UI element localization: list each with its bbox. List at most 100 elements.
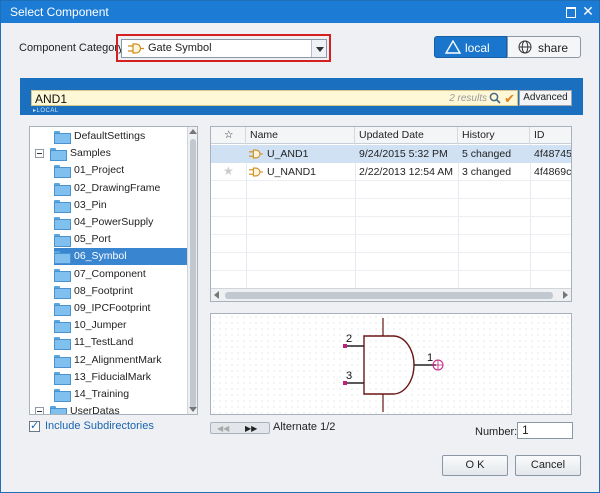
confirm-check-icon[interactable]: ✔ — [504, 91, 515, 107]
search-icon[interactable] — [489, 92, 501, 104]
number-input[interactable]: 1 — [517, 422, 573, 439]
table-row[interactable]: U_AND1 9/24/2015 5:32 PM 5 changed 4f487… — [211, 145, 572, 163]
window-title: Select Component — [10, 5, 109, 19]
tree-item-label: 02_DrawingFrame — [74, 181, 161, 194]
close-icon[interactable]: ✕ — [581, 4, 595, 18]
tree-item[interactable]: 10_Jumper — [54, 317, 180, 334]
tree-item-label: Samples — [70, 147, 111, 160]
column-header-name[interactable]: Name — [246, 127, 355, 144]
column-header-updated-date[interactable]: Updated Date — [355, 127, 458, 144]
collapse-toggle-icon[interactable] — [35, 407, 44, 414]
tree-item-label: 14_Training — [74, 388, 130, 400]
folder-icon — [54, 182, 71, 196]
tree-item[interactable]: 01_Project — [54, 162, 180, 179]
cancel-button[interactable]: Cancel — [515, 455, 581, 476]
category-value: Gate Symbol — [148, 42, 212, 54]
share-label: share — [538, 41, 569, 55]
folder-icon — [54, 217, 71, 230]
folder-icon — [54, 199, 71, 213]
alternate-label: Alternate 1/2 — [273, 421, 336, 433]
row-id: 4f487458 — [534, 148, 572, 160]
folder-icon — [54, 131, 71, 144]
column-header-history[interactable]: History — [458, 127, 530, 144]
tree-item[interactable]: 07_Component — [54, 266, 180, 283]
tree-item[interactable]: 12_AlignmentMark — [54, 352, 180, 369]
select-component-dialog: Select Component ✕ Component Category Ga… — [0, 0, 600, 493]
row-date: 9/24/2015 5:32 PM — [359, 148, 448, 160]
folder-icon — [54, 354, 71, 368]
folder-icon — [54, 165, 71, 179]
column-header-id[interactable]: ID — [530, 127, 571, 144]
pin-label: 2 — [346, 333, 352, 345]
tree-item[interactable]: 04_PowerSupply — [54, 214, 180, 231]
pin-label: 3 — [346, 370, 352, 382]
tree-item-label: 10_Jumper — [74, 319, 127, 332]
previous-alternate-icon[interactable]: ◀◀ — [217, 424, 229, 433]
gate-symbol-icon — [249, 167, 263, 177]
scroll-left-icon[interactable] — [214, 291, 219, 299]
tree-item-label: 13_FiducialMark — [74, 370, 152, 383]
scroll-thumb[interactable] — [190, 139, 196, 409]
scroll-down-icon[interactable] — [189, 407, 197, 412]
component-category-label: Component Category — [19, 42, 124, 54]
tree-item[interactable]: 08_Footprint — [54, 283, 180, 300]
tree-item[interactable]: 11_TestLand — [54, 334, 180, 351]
tree-item[interactable]: UserDatas — [35, 403, 180, 414]
folder-icon — [54, 285, 71, 299]
include-subdirectories-label[interactable]: Include Subdirectories — [45, 420, 154, 432]
tree-item[interactable]: 06_Symbol — [54, 248, 190, 266]
next-alternate-icon[interactable]: ▶▶ — [245, 424, 257, 433]
results-count: 2 results — [449, 93, 487, 104]
tree-item-label: 01_Project — [74, 164, 125, 177]
include-subdirectories-checkbox[interactable] — [29, 419, 40, 432]
folder-icon — [54, 371, 71, 385]
tree-scrollbar[interactable] — [187, 127, 197, 414]
folder-tree[interactable]: DefaultSettings Samples 01_Project 02_Drawi… — [29, 126, 198, 415]
column-header-star[interactable]: ☆ — [211, 127, 246, 144]
globe-icon — [518, 40, 532, 54]
folder-icon — [54, 234, 71, 248]
tree-item[interactable]: Samples — [35, 145, 180, 162]
maximize-icon[interactable] — [563, 4, 577, 18]
component-table: ☆ Name Updated Date History ID U_AND1 9/… — [210, 126, 572, 302]
row-history: 3 changed — [462, 166, 512, 178]
advanced-button[interactable]: Advanced — [519, 90, 572, 106]
table-horizontal-scrollbar[interactable] — [211, 288, 571, 301]
tree-item[interactable]: 14_Training — [54, 386, 180, 403]
favorite-star-icon[interactable]: ★ — [223, 164, 234, 178]
tree-item[interactable]: 02_DrawingFrame — [54, 180, 180, 197]
scroll-right-icon[interactable] — [563, 291, 568, 299]
folder-icon — [54, 337, 71, 351]
scroll-up-icon[interactable] — [189, 129, 197, 134]
row-name: U_NAND1 — [267, 166, 317, 178]
tree-item[interactable]: 05_Port — [54, 231, 180, 248]
tree-item-label: 04_PowerSupply — [74, 216, 154, 228]
ok-button[interactable]: O K — [442, 455, 508, 476]
triangle-icon — [445, 40, 461, 54]
gate-symbol-icon — [249, 149, 263, 159]
table-row[interactable]: ★ U_NAND1 2/22/2013 12:54 AM 3 changed 4… — [211, 163, 571, 181]
component-category-select[interactable]: Gate Symbol — [121, 39, 327, 58]
gate-symbol-icon — [128, 43, 144, 54]
row-date: 2/22/2013 12:54 AM — [359, 166, 453, 178]
tree-item-label: 12_AlignmentMark — [74, 353, 162, 366]
tree-item-label: 09_IPCFootprint — [74, 302, 151, 314]
row-history: 5 changed — [462, 148, 512, 160]
local-scope-tag: ▸LOCAL — [33, 108, 59, 114]
local-toggle[interactable]: local — [434, 36, 507, 58]
alternate-navigation: ◀◀ ▶▶ — [210, 422, 270, 434]
folder-icon — [54, 320, 71, 334]
number-label: Number: — [475, 426, 518, 438]
tree-item[interactable]: 03_Pin — [54, 197, 180, 214]
chevron-down-icon[interactable] — [311, 40, 326, 57]
tree-item-label: 03_Pin — [74, 198, 107, 211]
share-toggle[interactable]: share — [507, 36, 581, 58]
tree-item[interactable]: DefaultSettings — [54, 128, 180, 145]
and-gate-drawing: 2 3 1 — [343, 318, 444, 412]
tree-item[interactable]: 13_FiducialMark — [54, 369, 180, 386]
collapse-toggle-icon[interactable] — [35, 149, 44, 159]
scroll-thumb[interactable] — [225, 292, 553, 299]
search-input[interactable]: AND1 2 results ✔ — [31, 90, 518, 106]
tree-item[interactable]: 09_IPCFootprint — [54, 300, 180, 317]
folder-icon — [50, 148, 67, 162]
